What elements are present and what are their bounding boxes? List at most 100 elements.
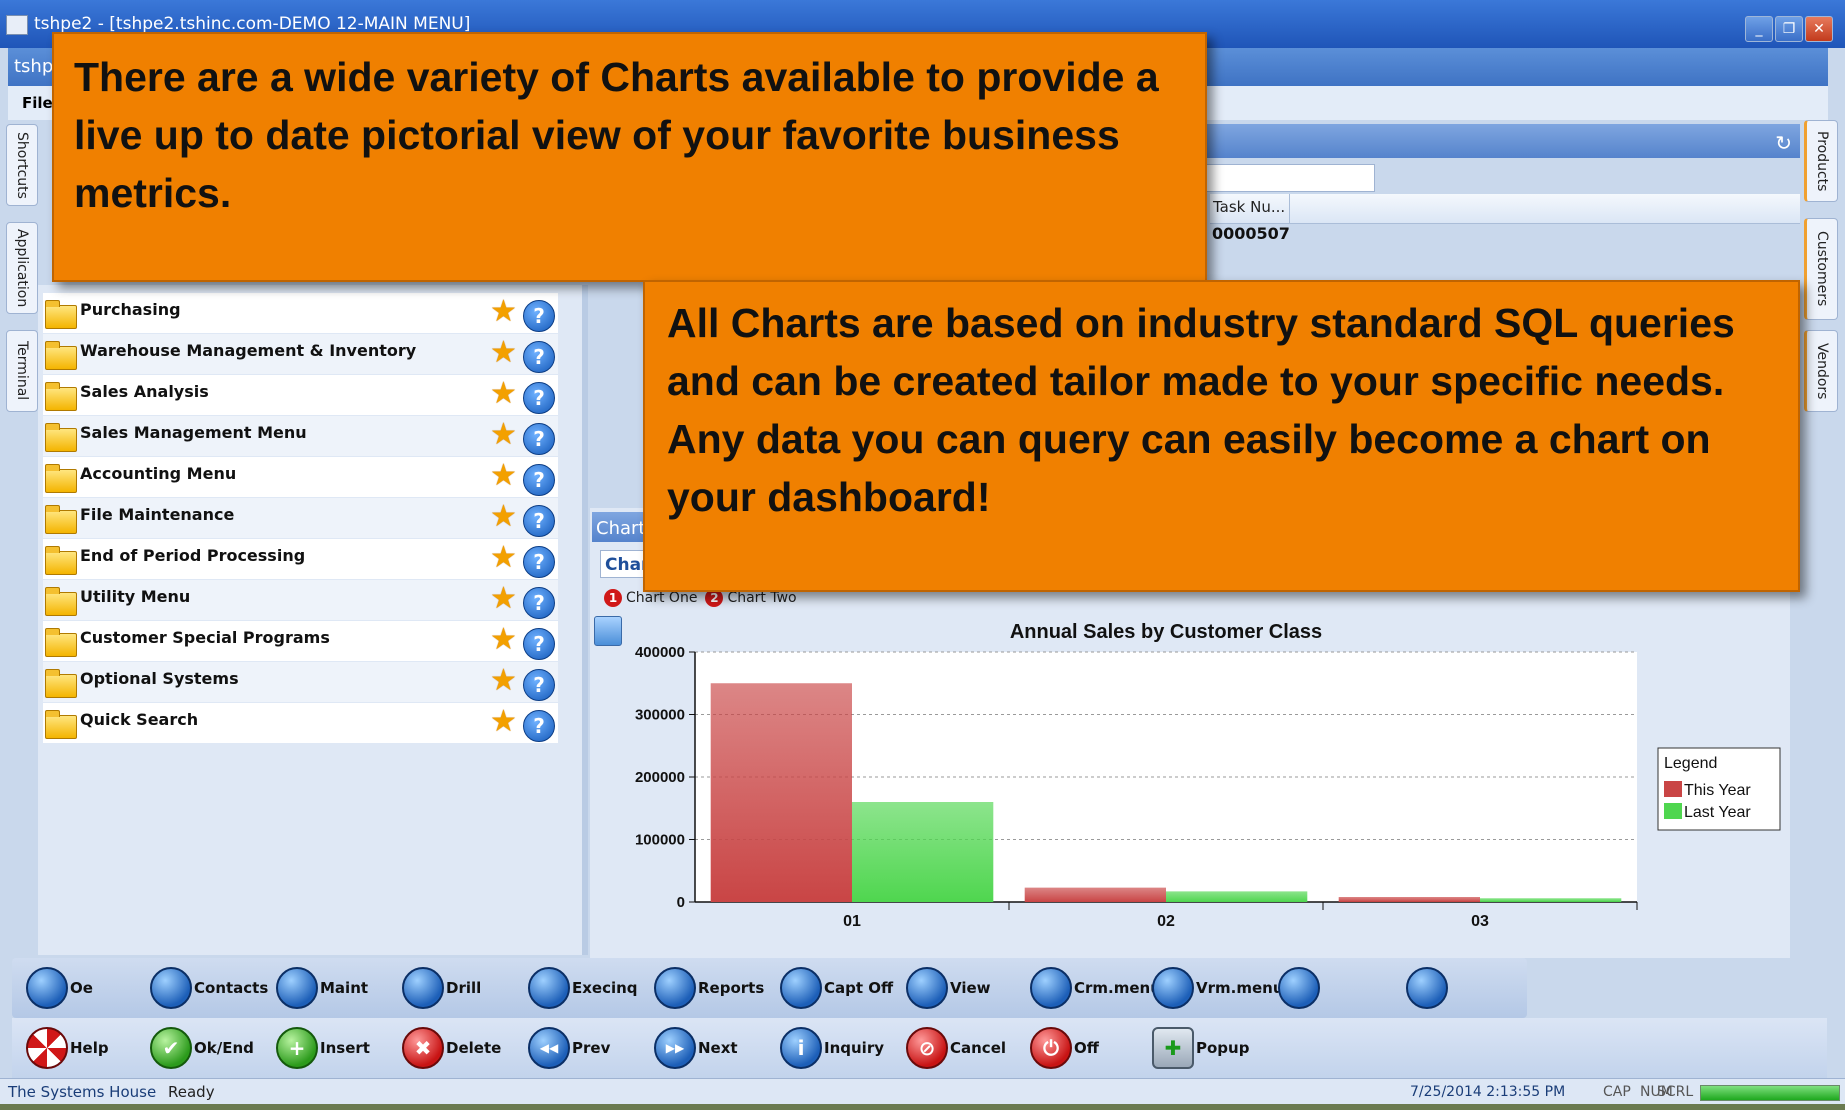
menu-row[interactable]: Customer Special Programs ★? bbox=[43, 621, 558, 661]
toolbar-button-insert[interactable]: + Insert bbox=[276, 1026, 370, 1070]
folder-icon bbox=[45, 300, 77, 329]
menu-row[interactable]: End of Period Processing ★? bbox=[43, 539, 558, 579]
favorite-star-icon[interactable]: ★ bbox=[490, 707, 517, 737]
restore-button[interactable]: ❐ bbox=[1775, 16, 1803, 42]
favorite-star-icon[interactable]: ★ bbox=[490, 461, 517, 491]
toolbar-button-blank-10[interactable] bbox=[1278, 966, 1322, 1010]
toolbar-button-label: Off bbox=[1074, 1039, 1099, 1057]
side-tab-shortcuts[interactable]: Shortcuts bbox=[6, 124, 38, 206]
folder-icon bbox=[45, 505, 77, 534]
side-tab-application[interactable]: Application bbox=[6, 222, 38, 314]
toolbar-button-off[interactable]: ⏻ Off bbox=[1030, 1026, 1099, 1070]
toolbar-button-maint[interactable]: Maint bbox=[276, 966, 368, 1010]
toolbar-button-label: Maint bbox=[320, 979, 369, 997]
x-tick-label: 02 bbox=[1157, 913, 1175, 930]
toolbar-button-execinq[interactable]: Execinq bbox=[528, 966, 638, 1010]
close-button[interactable]: ✕ bbox=[1805, 16, 1833, 42]
side-tab-customers[interactable]: Customers bbox=[1804, 218, 1838, 320]
favorite-star-icon[interactable]: ★ bbox=[490, 666, 517, 696]
side-tab-products[interactable]: Products bbox=[1804, 120, 1838, 202]
toolbar-button-prev[interactable]: ◀◀ Prev bbox=[528, 1026, 610, 1070]
menu-item-label[interactable]: Quick Search bbox=[80, 710, 198, 729]
task-number-cell[interactable]: 0000507 bbox=[1212, 224, 1290, 243]
toolbar-button-ok-end[interactable]: ✔ Ok/End bbox=[150, 1026, 254, 1070]
favorite-star-icon[interactable]: ★ bbox=[490, 543, 517, 573]
menu-row[interactable]: Utility Menu ★? bbox=[43, 580, 558, 620]
menu-item-label[interactable]: Sales Management Menu bbox=[80, 423, 307, 442]
toolbar-button-label: Next bbox=[698, 1039, 738, 1057]
toolbar-button-next[interactable]: ▶▶ Next bbox=[654, 1026, 738, 1070]
help-icon[interactable]: ? bbox=[523, 710, 555, 742]
favorite-star-icon[interactable]: ★ bbox=[490, 297, 517, 327]
toolbar-button-drill[interactable]: Drill bbox=[402, 966, 481, 1010]
menu-item-label[interactable]: Utility Menu bbox=[80, 587, 190, 606]
favorite-star-icon[interactable]: ★ bbox=[490, 502, 517, 532]
menu-row[interactable]: Quick Search ★? bbox=[43, 703, 558, 743]
toolbar-button-popup[interactable]: ✚ Popup bbox=[1152, 1026, 1249, 1070]
toolbar-button-crm-menu[interactable]: Crm.menu bbox=[1030, 966, 1161, 1010]
toolbar-button-contacts[interactable]: Contacts bbox=[150, 966, 268, 1010]
menu-file[interactable]: File bbox=[22, 94, 53, 112]
folder-icon bbox=[45, 382, 77, 411]
menu-item-label[interactable]: File Maintenance bbox=[80, 505, 234, 524]
toolbar-button-label: Ok/End bbox=[194, 1039, 254, 1057]
menu-item-label[interactable]: Warehouse Management & Inventory bbox=[80, 341, 416, 360]
chart-one-button[interactable]: Chart One bbox=[626, 590, 697, 606]
help-icon[interactable]: ? bbox=[523, 464, 555, 496]
menu-item-label[interactable]: Optional Systems bbox=[80, 669, 239, 688]
toolbar-button-delete[interactable]: ✖ Delete bbox=[402, 1026, 501, 1070]
column-header-task-number[interactable]: Task Nu... bbox=[1210, 194, 1290, 224]
menu-item-label[interactable]: Accounting Menu bbox=[80, 464, 236, 483]
side-tab-vendors[interactable]: Vendors bbox=[1804, 330, 1838, 412]
chart-two-button[interactable]: Chart Two bbox=[727, 590, 796, 606]
help-icon[interactable]: ? bbox=[523, 628, 555, 660]
toolbar-button-view[interactable]: View bbox=[906, 966, 991, 1010]
toolbar-button-cancel[interactable]: ⊘ Cancel bbox=[906, 1026, 1006, 1070]
refresh-icon[interactable]: ↻ bbox=[1775, 131, 1792, 155]
menu-item-label[interactable]: Purchasing bbox=[80, 300, 181, 319]
menu-row[interactable]: Optional Systems ★? bbox=[43, 662, 558, 702]
menu-item-label[interactable]: Sales Analysis bbox=[80, 382, 209, 401]
toolbar-button-help[interactable]: Help bbox=[26, 1026, 109, 1070]
toolbar-button-vrm-menu[interactable]: Vrm.menu bbox=[1152, 966, 1284, 1010]
help-icon[interactable]: ? bbox=[523, 669, 555, 701]
favorite-star-icon[interactable]: ★ bbox=[490, 338, 517, 368]
folder-icon bbox=[45, 423, 77, 452]
help-icon[interactable]: ? bbox=[523, 423, 555, 455]
globe-icon bbox=[528, 967, 570, 1009]
help-icon[interactable]: ? bbox=[523, 341, 555, 373]
chart-export-icon[interactable] bbox=[594, 616, 622, 646]
menu-row[interactable]: Accounting Menu ★? bbox=[43, 457, 558, 497]
toolbar-button-capt-off[interactable]: Capt Off bbox=[780, 966, 893, 1010]
toolbar-button-blank-11[interactable] bbox=[1406, 966, 1450, 1010]
favorite-star-icon[interactable]: ★ bbox=[490, 584, 517, 614]
rewind-icon: ◀◀ bbox=[528, 1027, 570, 1069]
favorite-star-icon[interactable]: ★ bbox=[490, 379, 517, 409]
toolbar-button-label: Cancel bbox=[950, 1039, 1007, 1057]
menu-row[interactable]: Sales Analysis ★? bbox=[43, 375, 558, 415]
minimize-button[interactable]: _ bbox=[1745, 16, 1773, 42]
help-icon[interactable]: ? bbox=[523, 300, 555, 332]
fastforward-icon: ▶▶ bbox=[654, 1027, 696, 1069]
menu-row[interactable]: Sales Management Menu ★? bbox=[43, 416, 558, 456]
menu-row[interactable]: File Maintenance ★? bbox=[43, 498, 558, 538]
side-tab-terminal[interactable]: Terminal bbox=[6, 330, 38, 412]
favorite-star-icon[interactable]: ★ bbox=[490, 625, 517, 655]
toolbar-button-reports[interactable]: Reports bbox=[654, 966, 764, 1010]
document-tab[interactable]: tshp bbox=[14, 56, 53, 77]
menu-row[interactable]: Warehouse Management & Inventory ★? bbox=[43, 334, 558, 374]
help-icon[interactable]: ? bbox=[523, 587, 555, 619]
toolbar-button-label: Capt Off bbox=[824, 979, 894, 997]
help-icon[interactable]: ? bbox=[523, 505, 555, 537]
menu-item-label[interactable]: End of Period Processing bbox=[80, 546, 305, 565]
help-icon[interactable]: ? bbox=[523, 546, 555, 578]
toolbar-button-oe[interactable]: Oe bbox=[26, 966, 93, 1010]
globe-icon bbox=[150, 967, 192, 1009]
help-icon[interactable]: ? bbox=[523, 382, 555, 414]
menu-row[interactable]: Purchasing ★? bbox=[43, 293, 558, 333]
menu-item-label[interactable]: Customer Special Programs bbox=[80, 628, 330, 647]
favorite-star-icon[interactable]: ★ bbox=[490, 420, 517, 450]
power-icon: ⏻ bbox=[1030, 1027, 1072, 1069]
globe-icon bbox=[654, 967, 696, 1009]
toolbar-button-inquiry[interactable]: i Inquiry bbox=[780, 1026, 884, 1070]
